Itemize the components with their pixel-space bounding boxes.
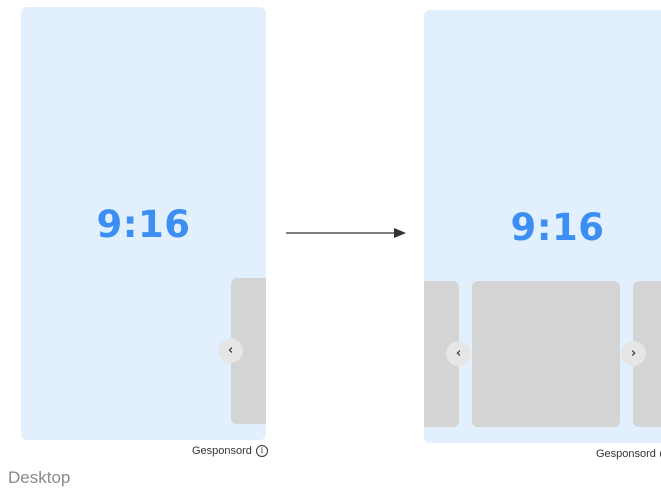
info-icon[interactable]: i	[255, 445, 268, 457]
left-prev-button[interactable]: ‹	[218, 338, 243, 363]
sponsored-text: Gesponsord	[192, 445, 252, 457]
left-sponsored-label: Gesponsord i	[192, 445, 268, 457]
chevron-left-icon: ‹	[455, 346, 462, 361]
right-phone-mockup: 9:16 ‹ ›	[424, 10, 661, 443]
chevron-left-icon: ‹	[227, 343, 234, 358]
right-carousel-card-main[interactable]	[472, 281, 620, 427]
right-prev-button[interactable]: ‹	[446, 341, 471, 366]
left-aspect-ratio-label: 9:16	[96, 203, 191, 246]
right-sponsored-label: Gesponsord i	[596, 448, 661, 460]
sponsored-text: Gesponsord	[596, 448, 656, 460]
left-phone-mockup: 9:16 ‹	[21, 7, 266, 440]
right-next-button[interactable]: ›	[621, 341, 646, 366]
right-aspect-ratio-label: 9:16	[510, 206, 605, 249]
chevron-right-icon: ›	[630, 346, 637, 361]
transition-arrow-icon	[286, 228, 406, 238]
device-caption: Desktop	[8, 468, 71, 487]
